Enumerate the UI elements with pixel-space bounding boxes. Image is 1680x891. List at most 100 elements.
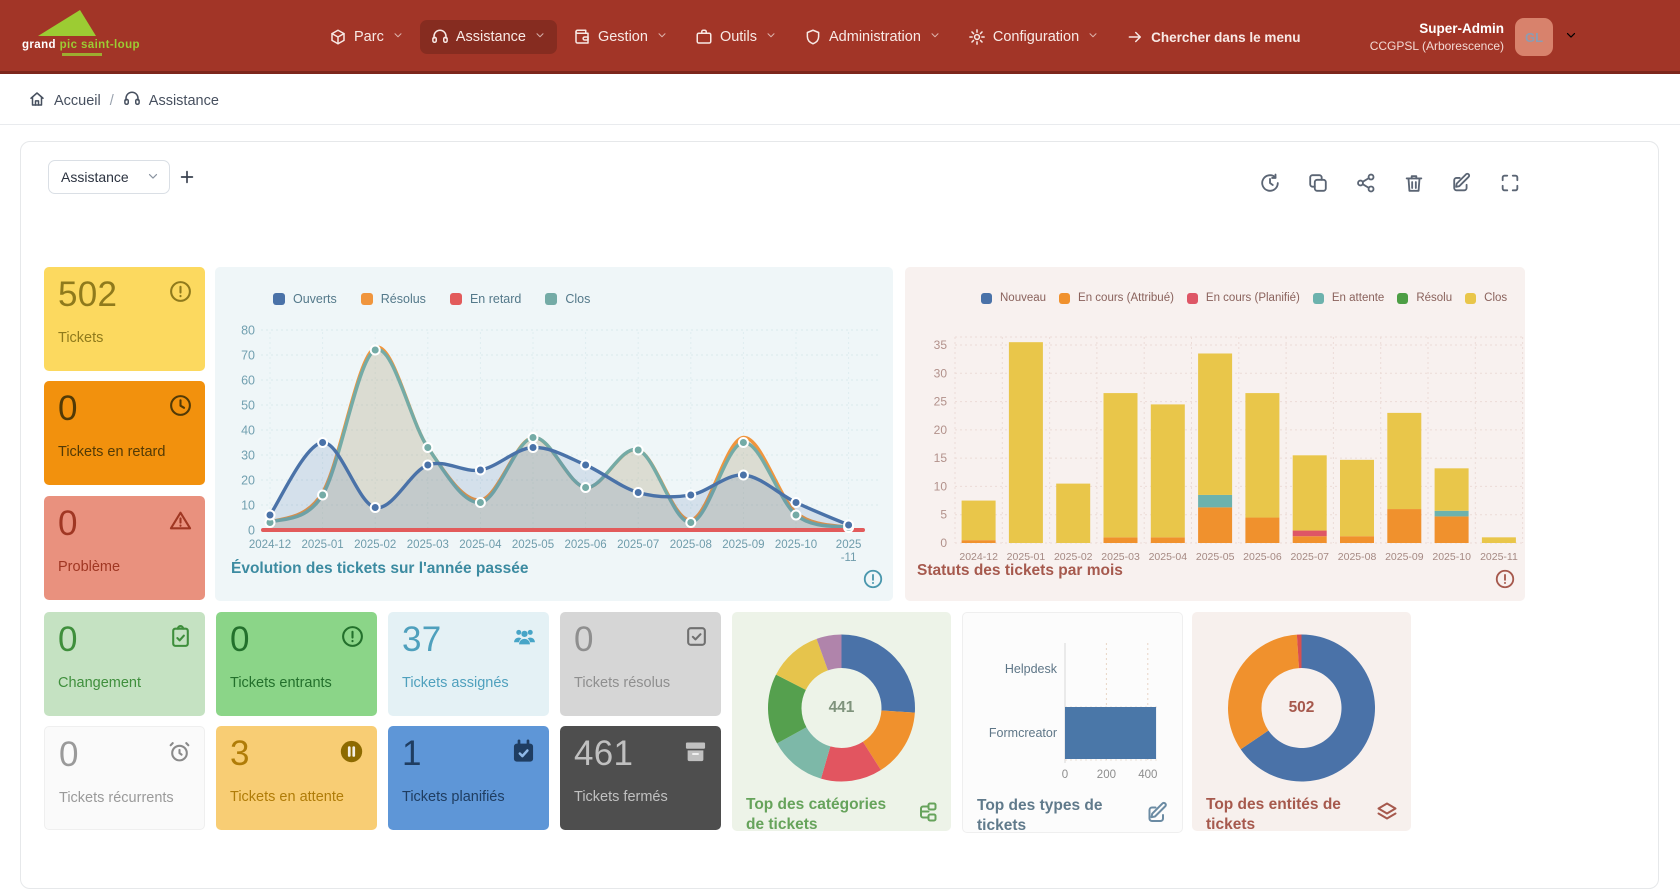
stat-card-tickets-assignes[interactable]: 37Tickets assignés [388,612,549,716]
sitemap-icon [915,800,939,829]
svg-text:2025-06: 2025-06 [564,539,606,551]
layers-icon [1375,800,1399,824]
app-header: grand pic saint-loup Parc Assistance Gesti… [0,0,1680,74]
logo-text: grand pic saint-loup [22,39,122,51]
delete-button[interactable] [1403,172,1425,199]
duplicate-button[interactable] [1307,172,1329,199]
alert-circle-icon [1494,568,1516,595]
archive-icon [682,738,709,765]
svg-text:2025-04: 2025-04 [459,539,502,551]
entites-chart-panel[interactable]: 502 Top des entités de tickets [1192,612,1411,831]
svg-text:80: 80 [241,324,255,338]
alert-circle-icon [862,568,884,590]
breadcrumb-bar: Accueil / Assistance [0,77,1680,125]
main-menu: Parc Assistance GestionOutils Administratio… [318,0,1311,74]
stat-label: Tickets entrants [230,675,332,691]
add-dashboard-button[interactable] [177,167,197,192]
stat-label: Tickets en attente [230,789,344,805]
stat-card-changement[interactable]: 0Changement [44,612,205,716]
svg-text:50: 50 [241,399,255,413]
chevron-down-icon [1087,29,1099,41]
glpi-dashboard-page: grand pic saint-loup Parc Assistance Gesti… [0,0,1680,891]
cube-icon [329,28,347,46]
svg-text:2025-02: 2025-02 [354,539,396,551]
svg-text:2025-07: 2025-07 [617,539,659,551]
stat-label: Tickets [58,330,103,346]
svg-text:40: 40 [241,424,255,438]
statuts-chart-panel[interactable]: NouveauEn cours (Attribué)En cours (Plan… [905,267,1525,601]
edit-icon [1451,172,1473,194]
alert-triangle-icon [168,508,193,533]
avatar[interactable]: GL [1515,18,1553,56]
stat-card-tickets-entrants[interactable]: 0Tickets entrants [216,612,377,716]
edit-icon [1146,801,1170,830]
user-menu[interactable]: Super-Admin CCGPSL (Arborescence) GL [1370,0,1578,74]
menu-item-parc[interactable]: Parc [318,20,415,54]
types-chart-title: Top des types de tickets [977,796,1135,833]
app-logo[interactable]: grand pic saint-loup [22,8,122,56]
svg-text:0: 0 [248,524,255,538]
copy-icon [1307,172,1329,194]
stat-card-tickets-planifies[interactable]: 1Tickets planifiés [388,726,549,830]
fullscreen-button[interactable] [1499,172,1521,199]
svg-text:200: 200 [1097,769,1116,781]
statuts-chart-title: Statuts des tickets par mois [917,562,1123,580]
statuts-bar-chart: 051015202530352024-122025-012025-022025-… [905,267,1525,601]
svg-text:60: 60 [241,374,255,388]
categories-chart-title: Top des catégories de tickets [746,795,904,831]
stat-card-tickets-fermes[interactable]: 461Tickets fermés [560,726,721,830]
user-info: Super-Admin CCGPSL (Arborescence) [1370,21,1504,53]
checkbox-icon [684,624,709,649]
stat-card-tickets-en-retard[interactable]: 0Tickets en retard [44,381,205,485]
stat-card-tickets-recurrents[interactable]: 0Tickets récurrents [44,726,205,830]
gear-icon [968,28,986,46]
menu-item-configuration[interactable]: Configuration [957,20,1110,54]
alert-circle-icon [168,279,193,304]
evolution-chart-title: Évolution des tickets sur l'année passée [231,560,528,578]
menu-item-administration[interactable]: Administration [793,20,952,54]
types-chart-panel[interactable]: HelpdeskFormcreator0200400 Top des types… [962,612,1183,833]
menu-item-assistance[interactable]: Assistance [420,20,557,54]
menu-item-label: Chercher dans le menu [1151,30,1300,45]
dashboard-select[interactable]: Assistance [48,160,170,194]
svg-text:20: 20 [934,423,948,437]
history-button[interactable] [1259,172,1281,199]
menu-item-label: Configuration [993,29,1079,45]
svg-text:35: 35 [934,338,948,352]
clock-icon [168,393,193,418]
svg-text:2025-10: 2025-10 [1432,551,1471,563]
menu-item-label: Administration [829,29,921,45]
stat-card-probleme[interactable]: 0Problème [44,496,205,600]
evolution-chart-panel[interactable]: OuvertsRésolusEn retardClos 010203040506… [215,267,893,601]
svg-text:5: 5 [940,508,947,522]
breadcrumb-current[interactable]: Assistance [123,90,219,112]
alert-circle-icon [340,624,365,649]
briefcase-icon [695,28,713,46]
categories-chart-panel[interactable]: 441 Top des catégories de tickets [732,612,951,831]
edit-button[interactable] [1451,172,1473,199]
breadcrumb-home[interactable]: Accueil [28,90,101,112]
user-entity: CCGPSL (Arborescence) [1370,39,1504,53]
menu-item-chercher-dans-le-menu[interactable]: Chercher dans le menu [1115,20,1311,54]
svg-text:2025-05: 2025-05 [512,539,554,551]
menu-item-label: Parc [354,29,384,45]
menu-item-gestion[interactable]: Gestion [562,20,679,54]
svg-text:2025-04: 2025-04 [1149,551,1188,563]
svg-text:400: 400 [1138,769,1157,781]
stat-label: Problème [58,559,120,575]
menu-item-outils[interactable]: Outils [684,20,788,54]
stat-label: Tickets en retard [58,444,165,460]
breadcrumb: Accueil / Assistance [28,77,219,125]
chevron-down-icon [392,29,404,41]
share-button[interactable] [1355,172,1377,199]
maximize-icon [1499,172,1521,194]
menu-item-label: Assistance [456,29,526,45]
logo-tagline [62,53,102,56]
stat-label: Tickets résolus [574,675,670,691]
stat-card-tickets-resolus[interactable]: 0Tickets résolus [560,612,721,716]
stat-card-tickets[interactable]: 502Tickets [44,267,205,371]
sitemap-icon [915,800,939,824]
stat-card-tickets-en-attente[interactable]: 3Tickets en attente [216,726,377,830]
svg-text:30: 30 [241,449,255,463]
svg-text:10: 10 [241,499,255,513]
